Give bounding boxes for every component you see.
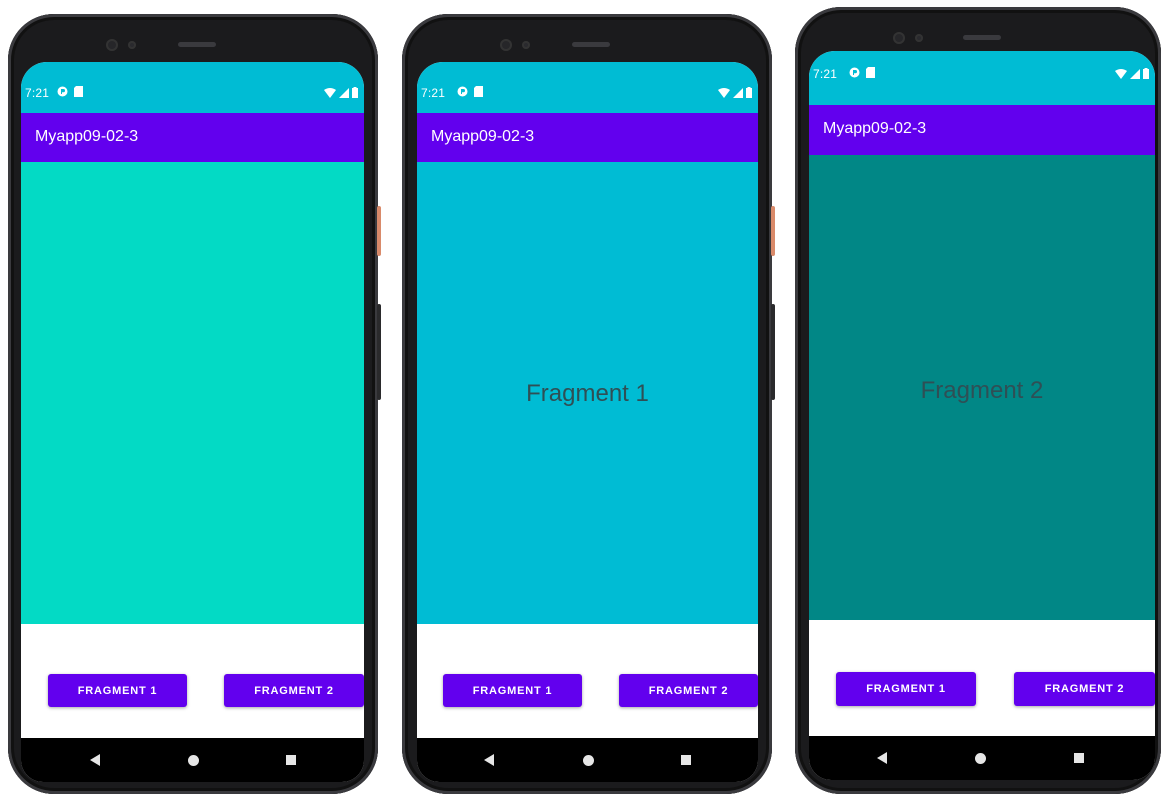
status-right-icons [718, 85, 752, 103]
wifi-icon [324, 85, 336, 103]
wifi-icon [718, 85, 730, 103]
status-time: 7:21 [421, 86, 446, 100]
back-icon[interactable] [479, 750, 499, 770]
recents-icon[interactable] [1069, 748, 1089, 768]
fragment-2-button[interactable]: FRAGMENT 2 [619, 674, 758, 707]
front-camera-icon [106, 39, 118, 51]
earpiece-speaker [963, 35, 1001, 40]
wifi-icon [1115, 66, 1127, 84]
sensor-icon [915, 34, 923, 42]
screenshot-stage: 7:21 Myapp09-02-3 FRAGMENT 1 FRAGMENT 2 … [0, 0, 1163, 796]
volume-button [771, 304, 775, 400]
home-icon[interactable] [183, 750, 203, 770]
app-title: Myapp09-02-3 [431, 128, 535, 145]
fragment-1-button[interactable]: FRAGMENT 1 [48, 674, 187, 707]
recents-icon[interactable] [281, 750, 301, 770]
fragment-container: Fragment 2 [809, 155, 1155, 620]
sensor-icon [128, 41, 136, 49]
phone-screen: 7:21 Myapp09-02-3 FRAGMENT 1 FRAGMENT 2 [21, 62, 364, 782]
sensor-icon [522, 41, 530, 49]
fragment-label: Fragment 1 [526, 380, 649, 407]
phone-screen: 7:21 Myapp09-02-3 Fragment 1 FRAGMENT 1 … [417, 62, 758, 782]
sd-card-icon [74, 86, 83, 100]
front-camera-icon [893, 32, 905, 44]
app-bar: Myapp09-02-3 [809, 105, 1155, 155]
status-time: 7:21 [813, 67, 838, 81]
home-icon[interactable] [970, 748, 990, 768]
back-icon[interactable] [872, 748, 892, 768]
cell-signal-icon [339, 85, 349, 103]
app-bar: Myapp09-02-3 [417, 113, 758, 162]
power-button [771, 206, 775, 256]
status-time: 7:21 [25, 86, 50, 100]
earpiece-speaker [572, 42, 610, 47]
status-bar: 7:21 [809, 51, 1155, 105]
fragment-1-button[interactable]: FRAGMENT 1 [836, 672, 976, 706]
app-title: Myapp09-02-3 [823, 120, 927, 137]
power-button [377, 206, 381, 256]
battery-icon [746, 85, 752, 103]
privacy-indicator-icon [457, 86, 468, 100]
cell-signal-icon [733, 85, 743, 103]
privacy-indicator-icon [849, 67, 860, 81]
battery-icon [352, 85, 358, 103]
app-title: Myapp09-02-3 [35, 128, 139, 145]
status-right-icons [1115, 66, 1149, 84]
earpiece-speaker [178, 42, 216, 47]
fragment-1-button[interactable]: FRAGMENT 1 [443, 674, 582, 707]
fragment-container: Fragment 1 [417, 162, 758, 624]
phone-frame: 7:21 Myapp09-02-3 Fragment 1 FRAGMENT 1 … [402, 14, 775, 794]
front-camera-icon [500, 39, 512, 51]
privacy-indicator-icon [57, 86, 68, 100]
phone-screen: 7:21 Myapp09-02-3 Fragment 2 FRAGMENT 1 … [809, 51, 1155, 780]
back-icon[interactable] [85, 750, 105, 770]
phone-frame: 7:21 Myapp09-02-3 FRAGMENT 1 FRAGMENT 2 [8, 14, 381, 794]
home-icon[interactable] [578, 750, 598, 770]
recents-icon[interactable] [676, 750, 696, 770]
navigation-bar [21, 738, 364, 782]
battery-icon [1143, 66, 1149, 84]
fragment-2-button[interactable]: FRAGMENT 2 [224, 674, 364, 707]
sd-card-icon [866, 67, 875, 81]
status-right-icons [324, 85, 358, 103]
phone-frame: 7:21 Myapp09-02-3 Fragment 2 FRAGMENT 1 … [795, 7, 1161, 794]
fragment-2-button[interactable]: FRAGMENT 2 [1014, 672, 1155, 706]
navigation-bar [809, 736, 1155, 780]
fragment-container [21, 162, 364, 624]
navigation-bar [417, 738, 758, 782]
cell-signal-icon [1130, 66, 1140, 84]
volume-button [377, 304, 381, 400]
app-bar: Myapp09-02-3 [21, 113, 364, 162]
fragment-label: Fragment 2 [920, 377, 1044, 404]
sd-card-icon [474, 86, 483, 100]
